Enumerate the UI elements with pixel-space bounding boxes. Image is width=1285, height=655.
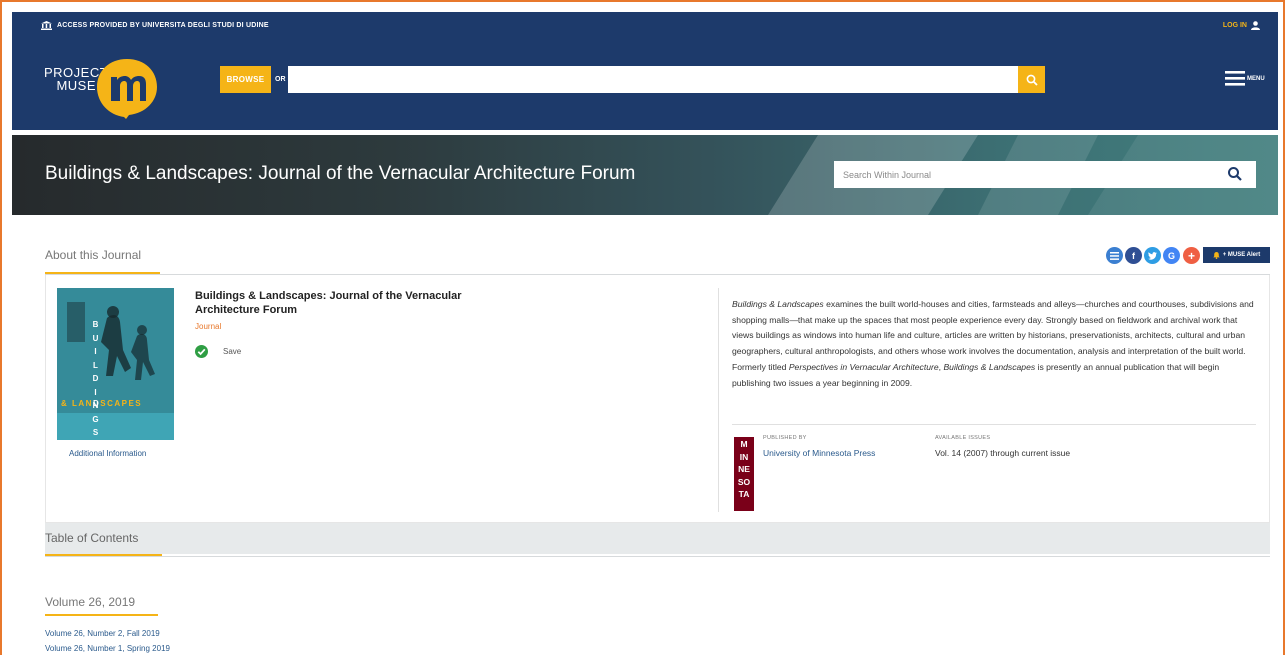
- issue-link[interactable]: Volume 26, Number 2, Fall 2019: [45, 629, 160, 638]
- available-issues-value: Vol. 14 (2007) through current issue: [935, 448, 1071, 458]
- list-icon[interactable]: [1106, 247, 1123, 264]
- journal-search-icon[interactable]: [1227, 166, 1243, 182]
- volume-heading[interactable]: Volume 26, 2019: [45, 595, 135, 609]
- journal-title: Buildings & Landscapes: Journal of the V…: [195, 290, 462, 316]
- publisher-link[interactable]: University of Minnesota Press: [763, 448, 875, 458]
- or-label: OR: [275, 76, 286, 83]
- logo-text: PROJECT MUSE: [44, 66, 108, 93]
- journal-page-title: Buildings & Landscapes: Journal of the V…: [45, 163, 636, 184]
- additional-information-link[interactable]: Additional Information: [69, 449, 146, 458]
- login-link[interactable]: LOG IN: [1223, 21, 1260, 30]
- journal-banner: Buildings & Landscapes: Journal of the V…: [12, 135, 1278, 215]
- issue-link[interactable]: Volume 26, Number 1, Spring 2019: [45, 644, 170, 653]
- search-icon[interactable]: [1026, 74, 1038, 86]
- access-bar: ACCESS PROVIDED BY UNIVERSITA DEGLI STUD…: [12, 12, 1278, 39]
- cover-title-landscapes: & LANDSCAPES: [61, 399, 143, 408]
- journal-search-input[interactable]: [834, 161, 1256, 188]
- description-divider: [732, 424, 1256, 425]
- table-of-contents-heading: Table of Contents: [45, 531, 139, 545]
- facebook-icon[interactable]: f: [1125, 247, 1142, 264]
- publisher-logo-letters: SO: [737, 476, 751, 487]
- muse-alert-label[interactable]: + MUSE Alert: [1223, 252, 1261, 258]
- hamburger-menu-icon[interactable]: [1225, 71, 1245, 86]
- menu-label[interactable]: MENU: [1247, 76, 1265, 82]
- volume-heading-underline: [45, 614, 158, 616]
- about-journal-heading: About this Journal: [45, 248, 142, 262]
- cover-art: [57, 288, 174, 440]
- browse-button[interactable]: BROWSE: [220, 66, 271, 93]
- site-search-input[interactable]: [288, 66, 1018, 93]
- access-provided-text: ACCESS PROVIDED BY UNIVERSITA DEGLI STUD…: [57, 22, 269, 29]
- user-icon[interactable]: [1251, 21, 1260, 30]
- table-of-contents-bar: [45, 523, 1270, 554]
- description-fragment: Buildings & Landscapes: [943, 361, 1036, 372]
- about-vertical-divider: [718, 288, 719, 512]
- published-by-label: PUBLISHED BY: [763, 435, 807, 441]
- publisher-logo-letters: IN: [739, 451, 749, 462]
- available-issues-label: AVAILABLE ISSUES: [935, 435, 991, 441]
- cover-title-vertical: BUILDINGS: [92, 320, 99, 437]
- plus-icon[interactable]: +: [1183, 247, 1200, 264]
- muse-m-logo-icon: [97, 59, 157, 119]
- checkmark-circle-icon[interactable]: [195, 345, 208, 358]
- twitter-icon[interactable]: [1144, 247, 1161, 264]
- journal-type-label: Journal: [195, 322, 222, 331]
- university-of-minnesota-press-logo: M IN NE SO TA: [734, 437, 754, 511]
- login-label[interactable]: LOG IN: [1223, 22, 1247, 29]
- publisher-logo-letters: M: [740, 439, 748, 449]
- institution-icon: [41, 21, 52, 30]
- description-fragment: Perspectives in Vernacular Architecture: [788, 361, 939, 372]
- project-muse-logo[interactable]: PROJECT MUSE: [41, 57, 166, 119]
- browser-frame: ACCESS PROVIDED BY UNIVERSITA DEGLI STUD…: [0, 0, 1285, 655]
- bell-icon[interactable]: [1212, 251, 1220, 259]
- journal-description: Buildings & Landscapes examines the buil…: [732, 297, 1257, 391]
- menu-button[interactable]: MENU: [1225, 71, 1265, 86]
- google-icon[interactable]: G: [1163, 247, 1180, 264]
- site-search-button[interactable]: [1018, 66, 1045, 93]
- toc-divider: [45, 556, 1270, 557]
- logo-line-2: MUSE: [56, 78, 96, 93]
- save-label[interactable]: Save: [223, 347, 241, 356]
- publisher-logo-letters: NE: [738, 464, 750, 474]
- description-fragment: Buildings & Landscapes: [732, 299, 824, 309]
- muse-alert-button[interactable]: + MUSE Alert: [1203, 247, 1270, 263]
- journal-cover-image[interactable]: BUILDINGS & LANDSCAPES: [57, 288, 174, 440]
- save-control[interactable]: Save: [195, 345, 241, 358]
- publisher-logo-letters: TA: [738, 489, 750, 499]
- site-header: PROJECT MUSE BROWSE OR MENU: [12, 39, 1278, 130]
